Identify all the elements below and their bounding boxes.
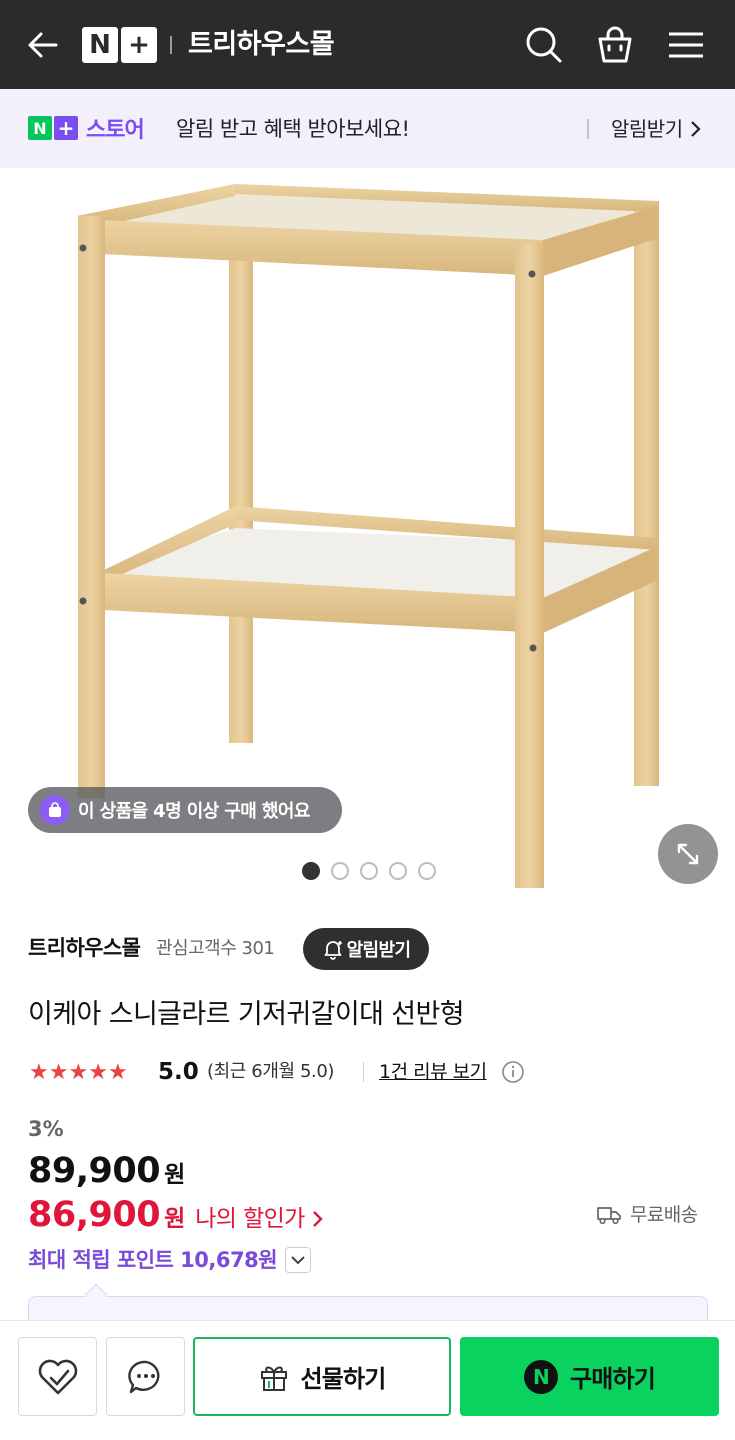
back-arrow-icon[interactable] — [24, 26, 62, 64]
rating-stars: ★ ★ ★ ★ ★ — [29, 1061, 128, 1085]
seller-notify-button[interactable]: 알림받기 — [303, 928, 429, 970]
review-link[interactable]: 1건 리뷰 보기 — [379, 1059, 487, 1085]
store-title[interactable]: 트리하우스몰 — [188, 26, 335, 64]
discount-rate: 3% — [28, 1117, 64, 1141]
truck-icon — [597, 1207, 621, 1225]
wishlist-button[interactable] — [18, 1337, 97, 1416]
buy-button[interactable]: N 구매하기 — [460, 1337, 719, 1416]
nplus-store-logo: N + 스토어 — [28, 115, 145, 143]
rating-recent: (최근 6개월 5.0) — [207, 1061, 335, 1082]
rating-divider — [363, 1062, 364, 1082]
banner-notify-link[interactable]: 알림받기 — [611, 115, 701, 143]
heart-check-icon — [38, 1359, 77, 1394]
star-icon: ★ — [107, 1060, 128, 1085]
talk-button[interactable] — [106, 1337, 185, 1416]
seller-name[interactable]: 트리하우스몰 — [28, 934, 141, 962]
gift-icon — [261, 1366, 288, 1391]
expand-arrows-icon — [677, 843, 699, 865]
chevron-right-icon — [690, 121, 701, 137]
star-icon: ★ — [68, 1060, 89, 1085]
banner-text: 알림 받고 혜택 받아보세요! — [176, 117, 410, 141]
my-discount-link: 나의 할인가 — [195, 1198, 323, 1240]
info-icon[interactable] — [501, 1060, 525, 1084]
pagination-dot-1[interactable] — [302, 862, 320, 880]
gift-button[interactable]: 선물하기 — [193, 1337, 451, 1416]
star-icon: ★ — [88, 1060, 108, 1085]
chat-bubble-icon — [127, 1360, 159, 1393]
pagination-dot-5[interactable] — [418, 862, 436, 880]
star-icon: ★ — [48, 1060, 69, 1085]
bottom-action-bar: 선물하기 N 구매하기 — [0, 1320, 735, 1440]
expand-image-button[interactable] — [658, 824, 718, 884]
pagination-dot-2[interactable] — [331, 862, 349, 880]
search-icon[interactable] — [522, 23, 566, 67]
menu-icon[interactable] — [664, 23, 708, 67]
seller-followers: 관심고객수 301 — [156, 938, 275, 959]
pagination-dot-3[interactable] — [360, 862, 378, 880]
chevron-down-icon — [285, 1247, 312, 1273]
nplus-logo[interactable]: N + — [82, 27, 158, 63]
max-points[interactable]: 최대 적립 포인트 10,678원 — [28, 1245, 312, 1275]
naver-pay-badge: N — [523, 1359, 558, 1394]
pagination-dot-4[interactable] — [389, 862, 407, 880]
top-header: N + 트리하우스몰 — [0, 0, 735, 89]
notification-banner[interactable]: N + 스토어 알림 받고 혜택 받아보세요! 알림받기 — [0, 89, 735, 168]
buyer-count-badge: 이 상품을 4명 이상 구매 했어요 — [28, 787, 342, 833]
original-price: 89,900 원 — [28, 1151, 186, 1191]
shipping-info: 무료배송 — [596, 1202, 698, 1228]
product-title: 이케아 스니글라르 기저귀갈이대 선반형 — [28, 999, 465, 1030]
star-icon: ★ — [29, 1060, 49, 1085]
chevron-right-icon — [312, 1211, 323, 1227]
rating-score: 5.0 — [158, 1059, 199, 1085]
shopping-bag-icon[interactable] — [593, 23, 637, 67]
bell-plus-icon — [324, 941, 342, 960]
shopping-bag-icon — [40, 795, 70, 825]
header-divider — [170, 36, 172, 54]
image-pagination — [302, 862, 436, 880]
sale-price[interactable]: 86,900 원 나의 할인가 — [28, 1194, 323, 1240]
banner-divider — [587, 119, 589, 139]
